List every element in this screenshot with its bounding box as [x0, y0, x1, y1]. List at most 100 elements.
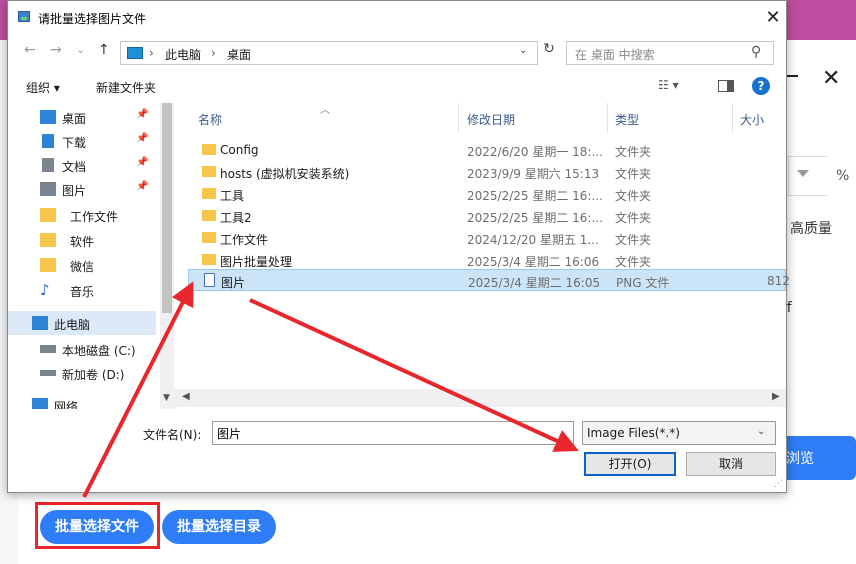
- back-arrow-icon[interactable]: ←: [24, 42, 36, 58]
- file-type: 文件夹: [615, 167, 652, 181]
- file-date: 2025/3/4 星期二 16:06: [467, 255, 600, 269]
- chevron-down-icon: ⌄: [757, 426, 766, 437]
- file-name: 工具: [220, 189, 245, 203]
- resize-grip-icon[interactable]: ⋰: [774, 479, 783, 489]
- nav-item-label: 图片: [62, 184, 87, 198]
- file-row[interactable]: hosts (虚拟机安装系统) 2023/9/9 星期六 15:13 文件夹: [188, 161, 786, 183]
- folder-icon: [202, 210, 216, 221]
- filename-input[interactable]: [212, 421, 574, 445]
- file-date: 2022/6/20 星期一 18:...: [467, 145, 603, 159]
- scroll-down-icon[interactable]: ▼: [163, 393, 170, 403]
- file-row-selected[interactable]: 图片 2025/3/4 星期二 16:05 PNG 文件 812: [188, 269, 790, 291]
- file-name: 图片批量处理: [220, 255, 293, 269]
- pin-icon: 📌: [136, 181, 149, 192]
- dialog-close-button[interactable]: ✕: [760, 5, 786, 31]
- file-type: 文件夹: [615, 145, 652, 159]
- column-name[interactable]: 名称: [198, 111, 222, 128]
- chevron-down-icon: [797, 170, 809, 177]
- column-date-modified[interactable]: 修改日期: [467, 111, 515, 128]
- folder-icon: [202, 144, 216, 155]
- search-icon: ⚲: [751, 44, 762, 60]
- batch-select-directory-button[interactable]: 批量选择目录: [162, 510, 276, 544]
- network-icon: [32, 398, 48, 409]
- nav-item-desktop[interactable]: 桌面 📌: [8, 105, 156, 129]
- nav-item-documents[interactable]: 文档 📌: [8, 153, 156, 177]
- column-divider[interactable]: [458, 103, 459, 133]
- folder-icon: [202, 232, 216, 243]
- forward-arrow-icon[interactable]: →: [50, 42, 62, 58]
- help-icon[interactable]: ?: [752, 77, 770, 95]
- file-type: 文件夹: [615, 255, 652, 269]
- column-divider[interactable]: [732, 103, 733, 133]
- navigation-bar: ← → ⌄ ↑ › 此电脑 › 桌面 ⌄ ↻ 在 桌面 中搜索 ⚲: [8, 35, 786, 69]
- cancel-button[interactable]: 取消: [686, 452, 776, 476]
- file-list-horizontal-scrollbar[interactable]: ◀ ▶: [174, 389, 786, 407]
- nav-item-software[interactable]: 软件: [8, 228, 156, 252]
- up-arrow-icon[interactable]: ↑: [98, 42, 110, 58]
- new-folder-button[interactable]: 新建文件夹: [96, 79, 156, 96]
- organize-menu[interactable]: 组织 ▾: [26, 79, 60, 96]
- png-file-icon: [204, 273, 215, 287]
- nav-item-downloads[interactable]: 下载 📌: [8, 129, 156, 153]
- scroll-left-icon[interactable]: ◀: [182, 391, 190, 402]
- folder-icon: [40, 233, 56, 247]
- file-type-select[interactable]: Image Files(*.*) ⌄: [582, 421, 776, 445]
- nav-item-label: 新加卷 (D:): [62, 368, 125, 382]
- file-row[interactable]: 图片批量处理 2025/3/4 星期二 16:06 文件夹: [188, 249, 786, 271]
- file-row[interactable]: 工作文件 2024/12/20 星期五 1... 文件夹: [188, 227, 786, 249]
- filename-label: 文件名(N):: [143, 428, 202, 442]
- nav-item-drive-d[interactable]: 新加卷 (D:): [8, 361, 156, 385]
- recent-locations-icon[interactable]: ⌄: [76, 43, 85, 56]
- address-bar[interactable]: › 此电脑 › 桌面 ⌄: [120, 41, 538, 65]
- pin-icon: 📌: [136, 157, 149, 168]
- folder-icon: [40, 258, 56, 272]
- search-placeholder: 在 桌面 中搜索: [575, 48, 655, 62]
- pin-icon: 📌: [136, 133, 149, 144]
- breadcrumb-separator: ›: [149, 46, 154, 60]
- search-input[interactable]: 在 桌面 中搜索 ⚲: [566, 41, 774, 65]
- nav-item-label: 本地磁盘 (C:): [62, 344, 136, 358]
- file-date: 2023/9/9 星期六 15:13: [467, 167, 600, 181]
- nav-item-work-files[interactable]: 工作文件: [8, 203, 156, 227]
- breadcrumb-desktop[interactable]: 桌面: [227, 46, 251, 63]
- document-icon: [42, 158, 54, 172]
- nav-item-network[interactable]: 网络: [8, 393, 156, 409]
- column-type[interactable]: 类型: [615, 111, 639, 128]
- file-list: ︿ 名称 修改日期 类型 大小 Config 2022/6/20 星期一 18:…: [174, 103, 790, 409]
- browse-button[interactable]: 浏览: [776, 436, 856, 480]
- file-row[interactable]: 工具2 2025/2/25 星期二 16:... 文件夹: [188, 205, 786, 227]
- navigation-pane: 桌面 📌 下载 📌 文档 📌 图片 📌 工作文件 软件 微信 ♪ 音乐 此电脑 …: [8, 103, 168, 409]
- file-row[interactable]: 工具 2025/2/25 星期二 16:... 文件夹: [188, 183, 786, 205]
- dialog-title: 请批量选择图片文件: [38, 12, 147, 26]
- picture-app-icon: [18, 11, 30, 22]
- nav-item-pictures[interactable]: 图片 📌: [8, 177, 156, 201]
- desktop-icon: [40, 110, 56, 124]
- open-button[interactable]: 打开(O): [584, 452, 676, 476]
- file-name: 工作文件: [220, 233, 269, 247]
- nav-item-drive-c[interactable]: 本地磁盘 (C:): [8, 337, 156, 361]
- column-divider[interactable]: [607, 103, 608, 133]
- nav-item-wechat[interactable]: 微信: [8, 253, 156, 277]
- nav-item-this-pc[interactable]: 此电脑: [8, 311, 156, 335]
- music-icon: ♪: [40, 281, 50, 299]
- drive-icon: [40, 370, 56, 376]
- scrollbar-thumb[interactable]: [162, 103, 172, 313]
- nav-pane-scrollbar[interactable]: ▼: [160, 103, 174, 409]
- scroll-right-icon[interactable]: ▶: [772, 391, 780, 402]
- view-options-icon[interactable]: ☷ ▾: [658, 78, 679, 92]
- preview-pane-icon[interactable]: [718, 80, 734, 92]
- breadcrumb-this-pc[interactable]: 此电脑: [165, 46, 201, 63]
- column-size[interactable]: 大小: [740, 111, 764, 128]
- breadcrumb-separator: ›: [211, 46, 216, 60]
- file-type-value: Image Files(*.*): [587, 426, 680, 440]
- nav-item-label: 软件: [70, 235, 95, 249]
- file-row[interactable]: Config 2022/6/20 星期一 18:... 文件夹: [188, 139, 786, 161]
- nav-item-label: 工作文件: [70, 210, 119, 224]
- nav-item-music[interactable]: ♪ 音乐: [8, 278, 156, 302]
- file-date: 2025/3/4 星期二 16:05: [468, 276, 601, 290]
- file-date: 2025/2/25 星期二 16:...: [467, 189, 603, 203]
- close-icon[interactable]: ✕: [822, 66, 840, 91]
- folder-icon: [40, 208, 56, 222]
- refresh-icon[interactable]: ↻: [540, 41, 558, 65]
- chevron-down-icon[interactable]: ⌄: [519, 45, 527, 56]
